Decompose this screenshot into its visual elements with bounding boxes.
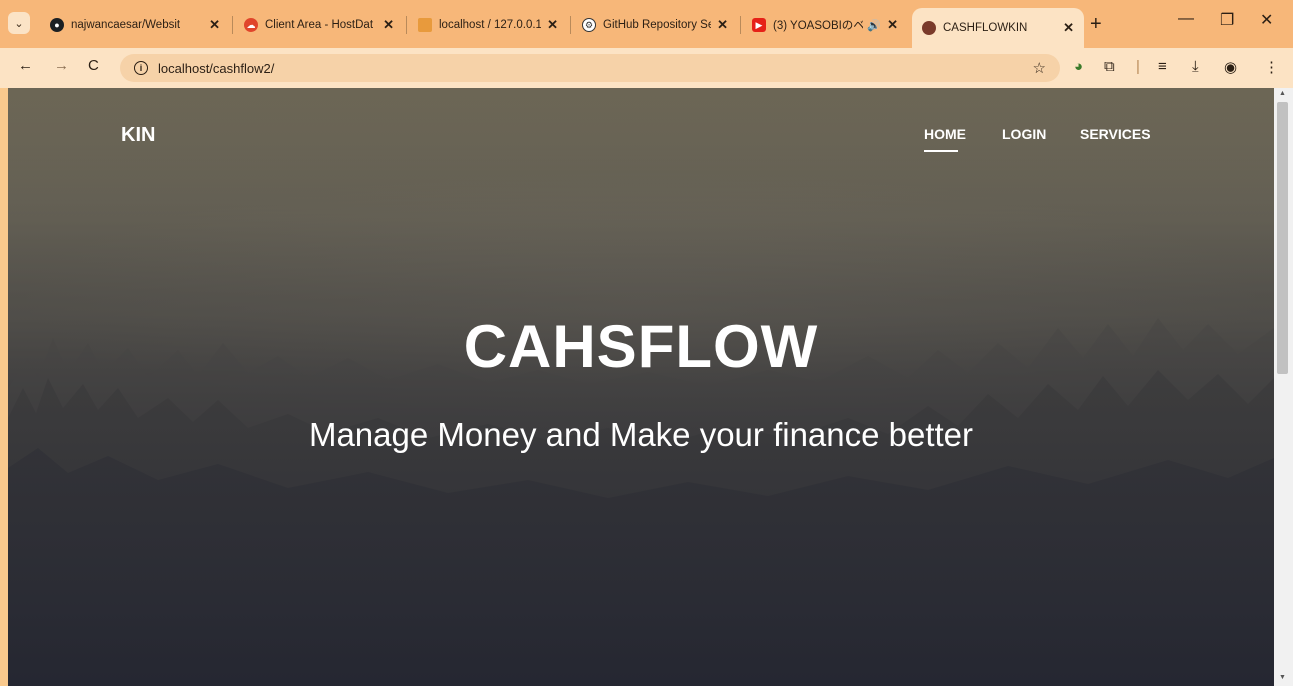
reading-list-icon[interactable]: ≡ bbox=[1158, 58, 1167, 75]
nav-active-indicator bbox=[924, 150, 958, 152]
tab-title: (3) YOASOBIのベス bbox=[773, 20, 864, 32]
tab-divider bbox=[740, 16, 741, 34]
youtube-icon: ▶ bbox=[752, 18, 766, 32]
profile-avatar-icon[interactable]: ◉ bbox=[1224, 58, 1237, 76]
close-window-button[interactable]: ✕ bbox=[1260, 10, 1273, 30]
scrollbar-thumb[interactable] bbox=[1277, 102, 1288, 374]
tab-title: localhost / 127.0.0.1 | bbox=[439, 19, 542, 31]
forward-button[interactable]: → bbox=[54, 57, 69, 74]
extension-globe-icon[interactable]: ◕ bbox=[1074, 58, 1083, 75]
info-icon[interactable]: i bbox=[134, 61, 148, 75]
github-icon: ● bbox=[50, 18, 64, 32]
hero-section: KIN HOME LOGIN SERVICES CAHSFLOW Manage … bbox=[8, 88, 1274, 686]
close-icon[interactable]: ✕ bbox=[717, 17, 728, 33]
tab-divider bbox=[406, 16, 407, 34]
site-brand-logo[interactable]: KIN bbox=[121, 124, 155, 147]
hero-subtitle: Manage Money and Make your finance bette… bbox=[308, 416, 974, 453]
forest-background bbox=[8, 88, 1274, 686]
chevron-down-icon: ⌄ bbox=[14, 17, 24, 30]
openai-icon: ⚙ bbox=[582, 18, 596, 32]
close-icon[interactable]: ✕ bbox=[209, 17, 220, 33]
page-scrollbar[interactable]: ▲ ▼ bbox=[1274, 88, 1293, 686]
browser-toolbar: ← → C i localhost/cashflow2/ ☆ ◕ ⧉ | ≡ ⤓… bbox=[0, 48, 1293, 88]
site-icon bbox=[922, 21, 936, 35]
tab-title: CASHFLOWKIN bbox=[943, 22, 1028, 34]
nav-login-link[interactable]: LOGIN bbox=[1002, 126, 1046, 142]
page-viewport: KIN HOME LOGIN SERVICES CAHSFLOW Manage … bbox=[0, 88, 1293, 686]
tab-title: GitHub Repository Se bbox=[603, 19, 712, 31]
cloud-icon: ☁ bbox=[244, 18, 258, 32]
phpmyadmin-icon bbox=[418, 18, 432, 32]
nav-home-link[interactable]: HOME bbox=[924, 126, 966, 142]
minimize-button[interactable]: — bbox=[1178, 10, 1194, 28]
tab-hostdata[interactable]: ☁ Client Area - HostDat ✕ bbox=[234, 8, 404, 42]
tab-github-search[interactable]: ⚙ GitHub Repository Se ✕ bbox=[572, 8, 738, 42]
extensions-puzzle-icon[interactable]: ⧉ bbox=[1104, 58, 1115, 75]
close-icon[interactable]: ✕ bbox=[383, 17, 394, 33]
toolbar-divider: | bbox=[1136, 58, 1140, 75]
close-icon[interactable]: ✕ bbox=[547, 17, 558, 33]
menu-kebab-icon[interactable]: ⋮ bbox=[1264, 58, 1279, 76]
tab-search-button[interactable]: ⌄ bbox=[8, 12, 30, 34]
scroll-down-arrow-icon[interactable]: ▼ bbox=[1279, 674, 1286, 681]
bookmark-star-icon[interactable]: ☆ bbox=[1033, 59, 1046, 77]
tab-divider bbox=[232, 16, 233, 34]
new-tab-button[interactable]: + bbox=[1090, 13, 1102, 36]
url-text: localhost/cashflow2/ bbox=[158, 60, 275, 76]
download-icon[interactable]: ⤓ bbox=[1192, 58, 1199, 75]
scroll-up-arrow-icon[interactable]: ▲ bbox=[1279, 90, 1286, 97]
speaker-icon[interactable]: 🔊 bbox=[867, 19, 881, 32]
back-button[interactable]: ← bbox=[18, 57, 33, 74]
close-icon[interactable]: ✕ bbox=[887, 17, 898, 33]
tab-phpmyadmin[interactable]: localhost / 127.0.0.1 | ✕ bbox=[408, 8, 568, 42]
reload-button[interactable]: C bbox=[88, 57, 99, 74]
tab-title: Client Area - HostDat bbox=[265, 19, 374, 31]
tab-divider bbox=[570, 16, 571, 34]
tab-github[interactable]: ● najwancaesar/Websit ✕ bbox=[40, 8, 230, 42]
restore-button[interactable]: ❐ bbox=[1220, 10, 1234, 30]
tab-title: najwancaesar/Websit bbox=[71, 19, 181, 31]
hero-title: CAHSFLOW bbox=[463, 313, 819, 380]
tab-strip: ⌄ ● najwancaesar/Websit ✕ ☁ Client Area … bbox=[0, 0, 1293, 48]
address-bar[interactable]: i localhost/cashflow2/ ☆ bbox=[120, 54, 1060, 82]
tab-youtube[interactable]: ▶ (3) YOASOBIのベス 🔊 ✕ bbox=[742, 8, 908, 42]
close-icon[interactable]: ✕ bbox=[1063, 20, 1074, 36]
tab-cashflowkin[interactable]: CASHFLOWKIN ✕ bbox=[912, 8, 1084, 48]
nav-services-link[interactable]: SERVICES bbox=[1080, 126, 1151, 142]
